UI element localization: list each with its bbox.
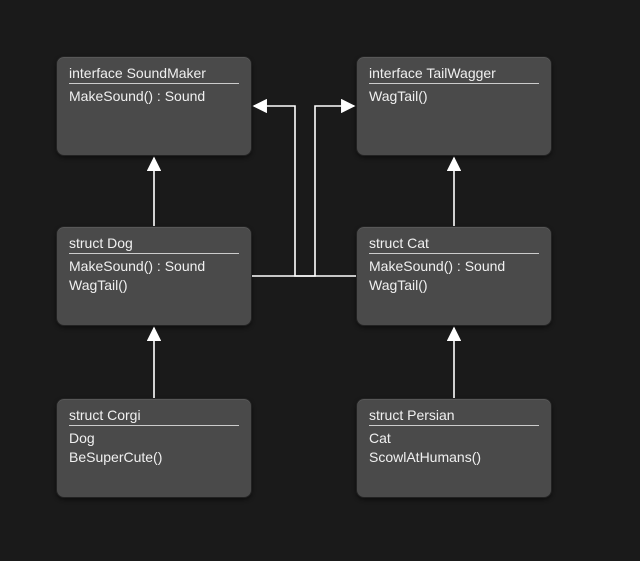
box-line: BeSuperCute(): [69, 448, 239, 467]
box-line: Dog: [69, 429, 239, 448]
box-title: interface SoundMaker: [69, 65, 239, 84]
box-line: MakeSound() : Sound: [69, 257, 239, 276]
box-line: WagTail(): [69, 276, 239, 295]
box-corgi: struct Corgi Dog BeSuperCute(): [56, 398, 252, 498]
box-title: struct Persian: [369, 407, 539, 426]
box-persian: struct Persian Cat ScowlAtHumans(): [356, 398, 552, 498]
box-line: WagTail(): [369, 276, 539, 295]
box-cat: struct Cat MakeSound() : Sound WagTail(): [356, 226, 552, 326]
box-line: Cat: [369, 429, 539, 448]
box-line: WagTail(): [369, 87, 539, 106]
box-title: struct Cat: [369, 235, 539, 254]
box-line: MakeSound() : Sound: [69, 87, 239, 106]
box-title: struct Corgi: [69, 407, 239, 426]
box-line: MakeSound() : Sound: [369, 257, 539, 276]
box-line: ScowlAtHumans(): [369, 448, 539, 467]
box-title: interface TailWagger: [369, 65, 539, 84]
arrow-dog-to-tailwagger: [252, 106, 354, 276]
box-dog: struct Dog MakeSound() : Sound WagTail(): [56, 226, 252, 326]
arrow-cat-to-soundmaker: [254, 106, 356, 276]
box-tailwagger: interface TailWagger WagTail(): [356, 56, 552, 156]
box-soundmaker: interface SoundMaker MakeSound() : Sound: [56, 56, 252, 156]
box-title: struct Dog: [69, 235, 239, 254]
